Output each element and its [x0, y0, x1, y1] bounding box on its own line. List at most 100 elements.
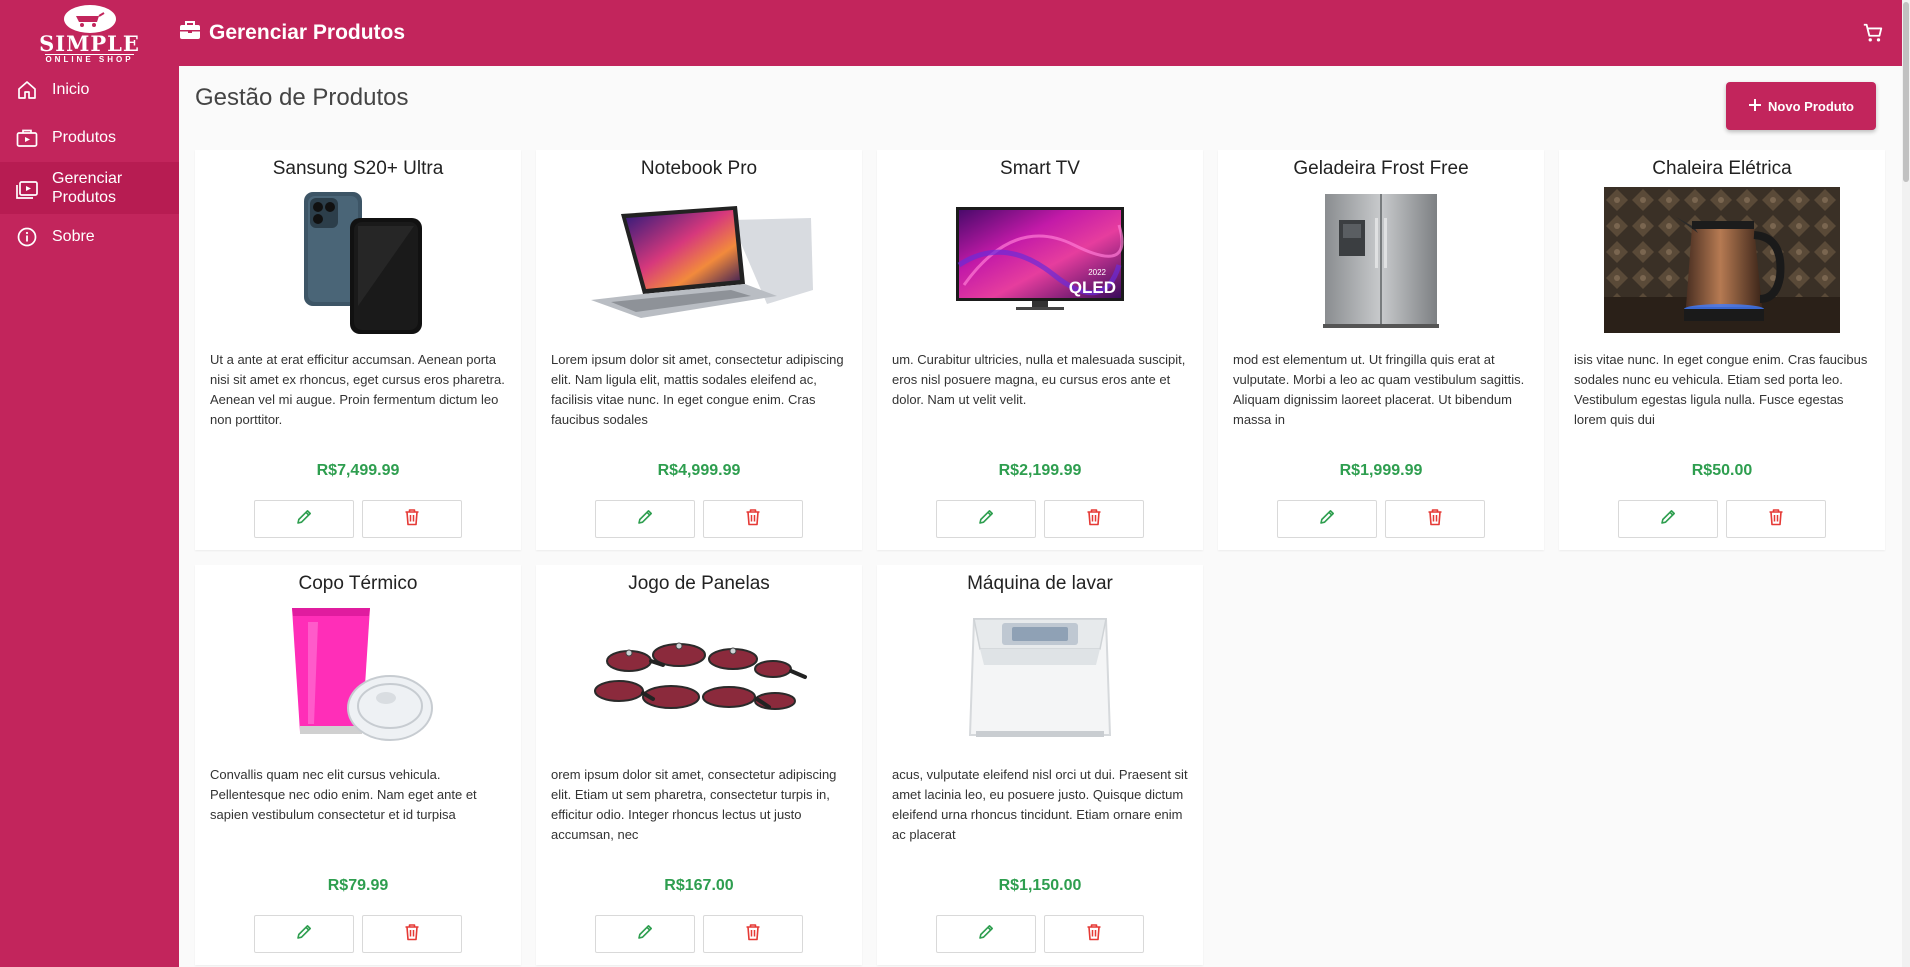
delete-button[interactable]	[703, 915, 803, 953]
main-content: Gestão de Produtos Novo Produto Sansung …	[179, 66, 1902, 967]
product-price: R$167.00	[664, 877, 734, 894]
phone-image	[238, 186, 478, 334]
trash-icon	[1427, 508, 1443, 531]
sidebar-item-sobre[interactable]: Sobre	[0, 214, 179, 260]
home-icon	[16, 79, 38, 101]
products-icon	[16, 127, 38, 149]
product-card: Notebook Pro Lorem ipsum dolor sit amet,…	[536, 150, 862, 550]
delete-button[interactable]	[1385, 500, 1485, 538]
delete-button[interactable]	[362, 500, 462, 538]
delete-button[interactable]	[1726, 500, 1826, 538]
product-grid: Sansung S20+ Ultra Ut a ante at erat eff…	[195, 150, 1885, 965]
trash-icon	[404, 923, 420, 946]
page-title: Gestão de Produtos	[195, 84, 409, 111]
page-header: Gerenciar Produtos	[179, 20, 405, 46]
sidebar-item-label: Gerenciar Produtos	[52, 170, 123, 206]
pencil-icon	[636, 923, 654, 946]
product-description: Convallis quam nec elit cursus vehicula.…	[210, 767, 477, 822]
logo-title: SIMPLE	[39, 30, 140, 56]
delete-button[interactable]	[362, 915, 462, 953]
briefcase-icon	[179, 20, 201, 46]
fridge-image	[1261, 186, 1501, 334]
product-name: Smart TV	[1000, 158, 1080, 179]
product-description: orem ipsum dolor sit amet, consectetur a…	[551, 767, 837, 842]
sidebar-item-inicio[interactable]: Inicio	[0, 66, 179, 114]
product-name: Máquina de lavar	[967, 573, 1113, 594]
pencil-icon	[295, 923, 313, 946]
page-header-title: Gerenciar Produtos	[209, 21, 406, 44]
product-card: Copo Térmico Convallis quam nec elit cur…	[195, 565, 521, 965]
product-card: Jogo de Panelas orem ipsum dolor sit ame…	[536, 565, 862, 965]
edit-button[interactable]	[595, 500, 695, 538]
product-name: Notebook Pro	[640, 158, 758, 179]
logo[interactable]: SIMPLE ONLINE SHOP	[0, 0, 179, 66]
delete-button[interactable]	[1044, 500, 1144, 538]
new-product-button[interactable]: Novo Produto	[1726, 82, 1876, 130]
top-app-bar: SIMPLE ONLINE SHOP Gerenciar Produtos	[0, 0, 1902, 66]
product-description: um. Curabitur ultricies, nulla et malesu…	[892, 352, 1186, 407]
trash-icon	[745, 508, 761, 531]
cart-icon[interactable]	[1862, 22, 1884, 49]
edit-button[interactable]	[936, 500, 1036, 538]
sidebar-item-label: Sobre	[52, 228, 95, 245]
edit-button[interactable]	[936, 915, 1036, 953]
kettle-image	[1602, 186, 1842, 334]
trash-icon	[404, 508, 420, 531]
trash-icon	[1086, 508, 1102, 531]
product-actions	[536, 500, 862, 538]
plus-icon	[1748, 98, 1762, 115]
trash-icon	[1768, 508, 1784, 531]
product-description: isis vitae nunc. In eget congue enim. Cr…	[1574, 352, 1868, 427]
product-card: Sansung S20+ Ultra Ut a ante at erat eff…	[195, 150, 521, 550]
product-actions	[877, 915, 1203, 953]
delete-button[interactable]	[703, 500, 803, 538]
edit-button[interactable]	[254, 915, 354, 953]
sidebar-item-label: Produtos	[52, 129, 117, 146]
tv-image: 2022 QLED	[920, 186, 1160, 334]
product-description: Lorem ipsum dolor sit amet, consectetur …	[551, 352, 844, 427]
manage-products-icon	[16, 177, 38, 199]
product-card: Smart TV 2022 QLED um. Curabitur ultrici…	[877, 150, 1203, 550]
pencil-icon	[1659, 508, 1677, 531]
product-name: Copo Térmico	[298, 573, 418, 594]
edit-button[interactable]	[254, 500, 354, 538]
product-description: acus, vulputate eleifend nisl orci ut du…	[892, 767, 1188, 842]
product-price: R$1,999.99	[1339, 462, 1423, 479]
pans-image	[579, 601, 819, 749]
edit-button[interactable]	[1618, 500, 1718, 538]
cup-image	[238, 601, 478, 749]
sidebar-item-produtos[interactable]: Produtos	[0, 114, 179, 162]
tv-year-text: 2022	[1088, 268, 1106, 277]
product-actions	[1559, 500, 1885, 538]
logo-subtitle: ONLINE SHOP	[45, 53, 134, 64]
product-actions	[1218, 500, 1544, 538]
product-description: mod est elementum ut. Ut fringilla quis …	[1233, 352, 1525, 427]
sidebar: Inicio Produtos Gerenciar Produtos Sobre	[0, 66, 179, 967]
product-name: Chaleira Elétrica	[1652, 158, 1792, 179]
product-price: R$7,499.99	[316, 462, 400, 479]
product-price: R$2,199.99	[998, 462, 1082, 479]
delete-button[interactable]	[1044, 915, 1144, 953]
product-price: R$1,150.00	[998, 877, 1082, 894]
laptop-image	[579, 186, 819, 334]
tv-qled-text: QLED	[1069, 278, 1116, 297]
product-card: Geladeira Frost Free mod est elementum u…	[1218, 150, 1544, 550]
pencil-icon	[1318, 508, 1336, 531]
info-icon	[16, 226, 38, 248]
page-scrollbar[interactable]	[1902, 0, 1910, 967]
product-price: R$79.99	[327, 877, 389, 894]
product-card: Chaleira Elétrica isis vitae nunc. In eg…	[1559, 150, 1885, 550]
logo-badge	[63, 4, 116, 33]
sidebar-item-label: Inicio	[52, 81, 90, 98]
trash-icon	[745, 923, 761, 946]
product-card: Máquina de lavar acus, vulputate eleifen…	[877, 565, 1203, 965]
new-product-label: Novo Produto	[1768, 98, 1854, 114]
sidebar-item-gerenciar-produtos[interactable]: Gerenciar Produtos	[0, 162, 179, 214]
edit-button[interactable]	[1277, 500, 1377, 538]
pencil-icon	[295, 508, 313, 531]
scrollbar-thumb[interactable]	[1903, 2, 1909, 182]
product-name: Sansung S20+ Ultra	[272, 158, 444, 179]
product-price: R$4,999.99	[657, 462, 741, 479]
edit-button[interactable]	[595, 915, 695, 953]
product-actions	[877, 500, 1203, 538]
